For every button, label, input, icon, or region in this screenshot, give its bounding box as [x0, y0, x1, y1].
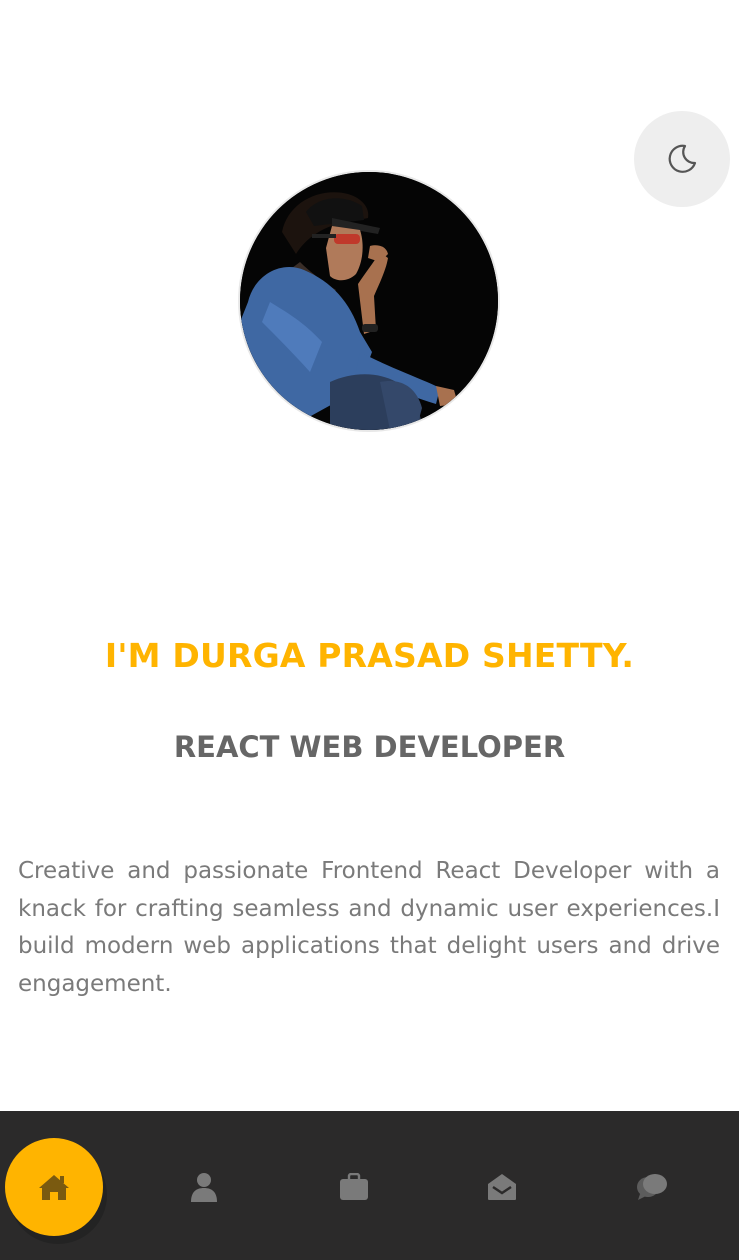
- comments-icon: [637, 1174, 667, 1200]
- nav-contact-button[interactable]: [479, 1164, 525, 1210]
- briefcase-icon: [340, 1173, 368, 1200]
- nav-home-button[interactable]: [5, 1138, 103, 1236]
- envelope-open-icon: [488, 1174, 516, 1200]
- nav-portfolio-button[interactable]: [331, 1164, 377, 1210]
- home-icon: [39, 1175, 69, 1200]
- profile-photo: [240, 172, 498, 430]
- user-icon: [191, 1173, 217, 1202]
- moon-icon: [668, 144, 697, 173]
- nav-about-button[interactable]: [181, 1164, 227, 1210]
- profile-avatar: [240, 172, 498, 430]
- theme-toggle-button[interactable]: [634, 111, 730, 207]
- hero-bio: Creative and passionate Frontend React D…: [18, 858, 720, 997]
- nav-blog-button[interactable]: [629, 1164, 675, 1210]
- hero-name: I'M DURGA PRASAD SHETTY.: [104, 636, 635, 675]
- hero-role: REACT WEB DEVELOPER: [173, 730, 566, 764]
